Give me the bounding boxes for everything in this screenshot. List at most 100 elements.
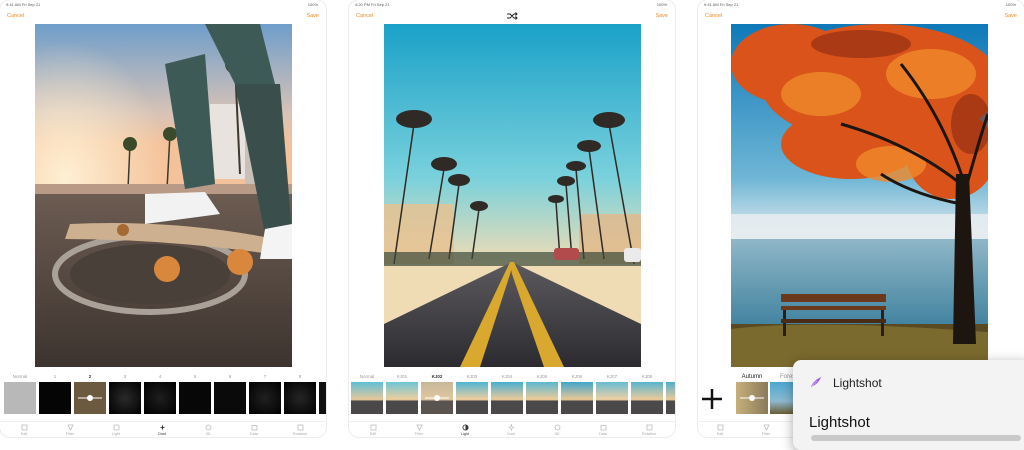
tab-filter[interactable]: Filter — [751, 424, 781, 436]
filter-thumb-selected[interactable] — [420, 381, 454, 415]
status-bar: 4:20 PM Fri Sep 21 100% — [349, 0, 675, 8]
filter-thumb[interactable] — [144, 382, 176, 414]
status-date: Fri Sep 21 — [21, 2, 41, 7]
tab-label: Data — [249, 432, 259, 436]
filter-thumb[interactable] — [351, 382, 383, 414]
tab-3d[interactable]: 3D — [542, 424, 572, 436]
popup-subtitle-placeholder — [811, 435, 1021, 441]
tab-data[interactable]: Data — [588, 424, 618, 436]
tab-filter[interactable]: Filter — [55, 424, 85, 436]
filter-thumb[interactable] — [109, 382, 141, 414]
filter-thumb[interactable] — [491, 382, 523, 414]
light-icon — [113, 424, 120, 431]
shuffle-icon[interactable] — [506, 11, 518, 21]
filter-label: 1 — [53, 374, 57, 379]
filter-thumb[interactable] — [386, 382, 418, 414]
popup-brand: Lightshot — [833, 376, 882, 390]
filter-thumb[interactable] — [561, 382, 593, 414]
filter-label: 5 — [193, 374, 197, 379]
filter-label: KJ01 — [396, 374, 408, 379]
tab-edit[interactable]: Edit — [705, 424, 735, 436]
filter-thumb[interactable] — [456, 382, 488, 414]
tab-label: 3D — [205, 432, 211, 436]
filter-thumb[interactable] — [666, 382, 675, 414]
filter-thumb[interactable] — [39, 382, 71, 414]
tab-label: Filter — [65, 432, 75, 436]
tab-bar: Edit Filter Light Dust 3D Data Rotation — [0, 421, 326, 437]
filter-label: 8 — [298, 374, 302, 379]
tab-dust[interactable]: Dust — [496, 423, 526, 436]
cancel-button[interactable]: Cancel — [356, 13, 373, 19]
filter-thumb[interactable] — [526, 382, 558, 414]
tab-edit[interactable]: Edit — [358, 424, 388, 436]
tab-label: Light — [111, 432, 121, 436]
filter-icon — [66, 424, 74, 431]
filter-thumb[interactable] — [4, 382, 36, 414]
status-time: 9:41 AM — [704, 2, 719, 7]
tab-filter[interactable]: Filter — [404, 424, 434, 436]
sparkle-icon — [507, 423, 515, 432]
save-button[interactable]: Save — [1004, 13, 1017, 19]
filter-thumb-selected[interactable] — [735, 381, 769, 415]
filter-label: KJ07 — [606, 374, 618, 379]
tab-light[interactable]: Light — [450, 424, 480, 436]
tab-data[interactable]: Data — [239, 424, 269, 436]
autumn-tree-image — [731, 24, 988, 367]
slider-icon — [78, 395, 102, 401]
filter-label: Normal — [12, 374, 28, 379]
tab-3d[interactable]: 3D — [193, 424, 223, 436]
filter-thumb[interactable] — [214, 382, 246, 414]
rotate-icon — [297, 424, 304, 431]
photo-skateboard — [35, 24, 292, 367]
save-button[interactable]: Save — [655, 13, 668, 19]
filter-thumb[interactable] — [284, 382, 316, 414]
tab-label: 3D — [554, 432, 560, 436]
filter-thumb[interactable] — [631, 382, 663, 414]
photo-autumn-tree — [731, 24, 988, 367]
edit-icon — [21, 424, 28, 431]
filter-thumb[interactable] — [179, 382, 211, 414]
cancel-button[interactable]: Cancel — [7, 13, 24, 19]
filter-icon — [762, 424, 770, 431]
filter-thumb[interactable] — [249, 382, 281, 414]
filter-strip: Normal KJ01 KJ02 KJ03 KJ04 KJ05 KJ06 KJ0… — [349, 370, 675, 420]
filter-label-selected: Autumn — [741, 374, 763, 380]
popup-title: Lightshot — [809, 414, 870, 431]
battery-level: 100% — [1005, 2, 1016, 7]
tab-rotation[interactable]: Rotation — [634, 424, 664, 436]
filter-icon — [415, 424, 423, 431]
tab-dust[interactable]: Dust — [147, 424, 177, 436]
add-icon[interactable] — [700, 387, 724, 411]
filter-label: KJ08 — [641, 374, 653, 379]
tab-label: Data — [598, 432, 608, 436]
tab-label: Rotation — [641, 432, 657, 436]
tab-rotation[interactable]: Rotation — [285, 424, 315, 436]
cancel-button[interactable]: Cancel — [705, 13, 722, 19]
filter-thumb-selected[interactable] — [73, 381, 107, 415]
tab-label: Rotation — [292, 432, 308, 436]
slider-icon — [740, 395, 764, 401]
light-icon — [462, 424, 469, 431]
edit-icon — [717, 424, 724, 431]
filter-label-selected: 2 — [88, 374, 92, 379]
tab-edit[interactable]: Edit — [9, 424, 39, 436]
tab-light[interactable]: Light — [101, 424, 131, 436]
status-date: Fri Sep 21 — [719, 2, 739, 7]
tab-label: Edit — [369, 432, 377, 436]
filter-label: KJ03 — [466, 374, 478, 379]
tab-label: Dust — [507, 432, 515, 436]
calendar-icon — [251, 424, 258, 431]
nav-bar: Cancel Save — [349, 10, 675, 24]
nav-bar: Cancel Save — [0, 10, 326, 24]
tab-label: Filter — [761, 432, 771, 436]
filter-strip: Normal 1 2 3 4 5 6 7 8 — [0, 370, 326, 420]
3d-icon — [554, 424, 561, 431]
feather-icon — [809, 375, 823, 394]
screen-2: 4:20 PM Fri Sep 21 100% Cancel Save Norm… — [349, 0, 675, 437]
filter-label: KJ04 — [501, 374, 513, 379]
photo-palm-road — [384, 24, 641, 367]
filter-label: KJ06 — [571, 374, 583, 379]
filter-thumb[interactable] — [596, 382, 628, 414]
filter-thumb[interactable] — [319, 382, 326, 414]
save-button[interactable]: Save — [306, 13, 319, 19]
